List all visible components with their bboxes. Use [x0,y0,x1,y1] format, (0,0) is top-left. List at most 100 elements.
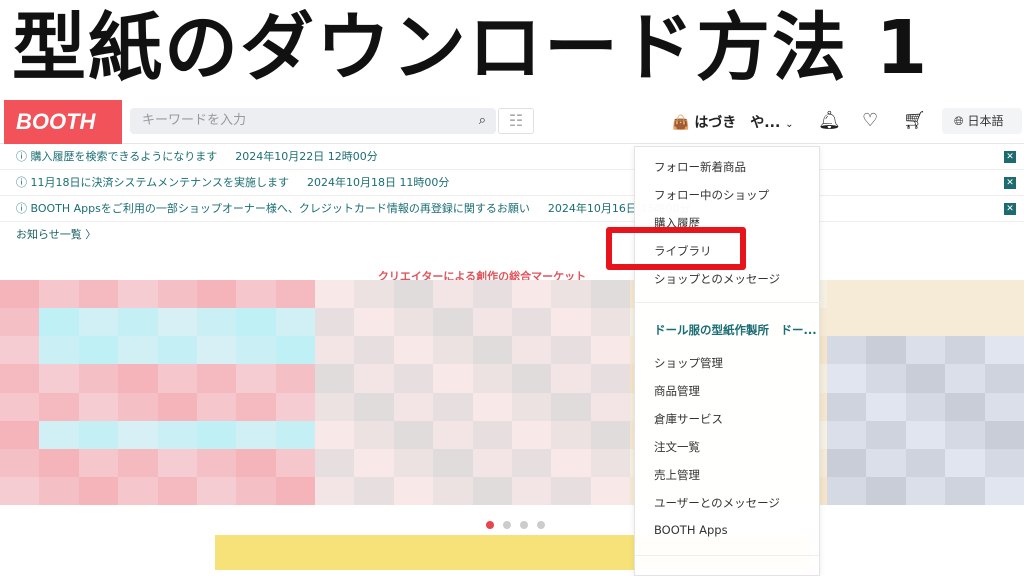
menu-item-user-messages[interactable]: ユーザーとのメッセージ [654,495,780,511]
banner-pixel [984,420,1024,449]
banner-pixel [196,336,237,365]
banner-pixel [78,392,119,421]
menu-item-follow-new[interactable]: フォロー新着商品 [654,159,746,175]
notice-item[interactable]: ⓘ 11月18日に決済システムメンテナンスを実施します 2024年10月18日 1… [0,170,1024,196]
close-icon[interactable]: ✕ [1004,177,1016,189]
menu-shop-name[interactable]: ドール服の型紙作製所 ドー... [654,322,817,338]
menu-item-orders[interactable]: 注文一覧 [654,439,700,455]
banner-pixel [315,476,355,505]
banner-pixel [945,364,985,393]
carousel-dots [486,514,554,533]
user-menu[interactable]: 👜 はづき や... ⌄ [672,112,794,132]
banner-pixel [118,476,158,505]
menu-item-booth-apps[interactable]: BOOTH Apps [654,523,728,537]
carousel-dot[interactable] [537,521,545,529]
carousel-dot[interactable] [486,521,494,529]
banner-pixel [433,448,473,477]
close-icon[interactable]: ✕ [1004,203,1016,215]
banner-pixel [236,476,276,505]
banner-pixel [551,364,591,393]
banner-pixel [78,336,119,365]
banner-pixel [39,336,79,365]
banner-pixel [275,336,316,365]
banner-pixel [118,392,158,421]
menu-item-followed-shops[interactable]: フォロー中のショップ [654,187,769,203]
menu-item-warehouse[interactable]: 倉庫サービス [654,411,723,427]
banner-pixel [118,448,158,477]
banner-pixel [590,420,631,449]
banner-pixel [39,392,79,421]
banner-pixel [984,364,1024,393]
booth-logo[interactable]: BOOTH [4,100,122,144]
banner-pixel [354,420,394,449]
banner-pixel [315,364,355,393]
banner-pixel [275,476,316,505]
banner-pixel [866,308,906,337]
menu-item-shop-messages[interactable]: ショップとのメッセージ [654,271,780,287]
banner-pixel [118,420,158,449]
banner-pixel [354,280,394,309]
cart-icon[interactable]: 🛒︎ [903,110,926,131]
hero-banner-blurred[interactable] [0,280,1024,505]
banner-pixel [433,476,473,505]
banner-pixel [0,448,40,477]
banner-pixel [0,420,40,449]
banner-pixel [472,336,512,365]
close-icon[interactable]: ✕ [1004,151,1016,163]
banner-pixel [0,336,40,365]
banner-pixel [433,392,473,421]
banner-pixel [315,308,355,337]
menu-item-sales[interactable]: 売上管理 [654,467,700,483]
banner-pixel [236,392,276,421]
banner-pixel [472,448,512,477]
banner-pixel [157,280,197,309]
banner-pixel [354,336,394,365]
carousel-dot[interactable] [520,521,528,529]
banner-pixel [354,364,394,393]
search-input[interactable]: キーワードを入力 ⌕ [130,108,496,134]
banner-pixel [393,448,434,477]
banner-pixel [512,392,552,421]
search-icon[interactable]: ⌕ [479,108,486,134]
banner-pixel [472,392,512,421]
banner-pixel [39,280,79,309]
banner-pixel [905,420,946,449]
banner-pixel [78,364,119,393]
notice-list-link[interactable]: お知らせ一覧 〉 [0,222,1024,248]
banner-pixel [157,308,197,337]
banner-pixel [196,448,237,477]
banner-pixel [315,280,355,309]
notice-item[interactable]: ⓘ 購入履歴を検索できるようになります 2024年10月22日 12時00分 ✕ [0,144,1024,170]
banner-pixel [78,280,119,309]
banner-pixel [984,280,1024,309]
heart-icon[interactable]: ♡ [862,110,878,131]
banner-pixel [393,364,434,393]
banner-pixel [472,308,512,337]
banner-pixel [866,364,906,393]
banner-pixel [512,364,552,393]
language-button[interactable]: 🌐︎ 日本語 [942,108,1022,134]
banner-pixel [275,280,316,309]
banner-pixel [393,420,434,449]
banner-pixel [157,448,197,477]
menu-item-shop-manage[interactable]: ショップ管理 [654,355,723,371]
banner-pixel [945,476,985,505]
notice-item[interactable]: ⓘ BOOTH Appsをご利用の一部ショップオーナー様へ、クレジットカード情報… [0,196,1024,222]
banner-pixel [157,420,197,449]
banner-pixel [39,448,79,477]
banner-pixel [157,364,197,393]
banner-pixel [39,476,79,505]
banner-pixel [551,308,591,337]
filter-icon[interactable]: ☷ [498,108,534,134]
carousel-dot[interactable] [503,521,511,529]
banner-pixel [551,392,591,421]
banner-pixel [275,364,316,393]
banner-pixel [827,364,867,393]
banner-pixel [78,476,119,505]
menu-item-item-manage[interactable]: 商品管理 [654,383,700,399]
banner-pixel [551,280,591,309]
avatar: 👜 [672,115,690,131]
bell-icon[interactable]: 🔔︎ [818,110,841,131]
banner-pixel [945,392,985,421]
banner-pixel [78,308,119,337]
